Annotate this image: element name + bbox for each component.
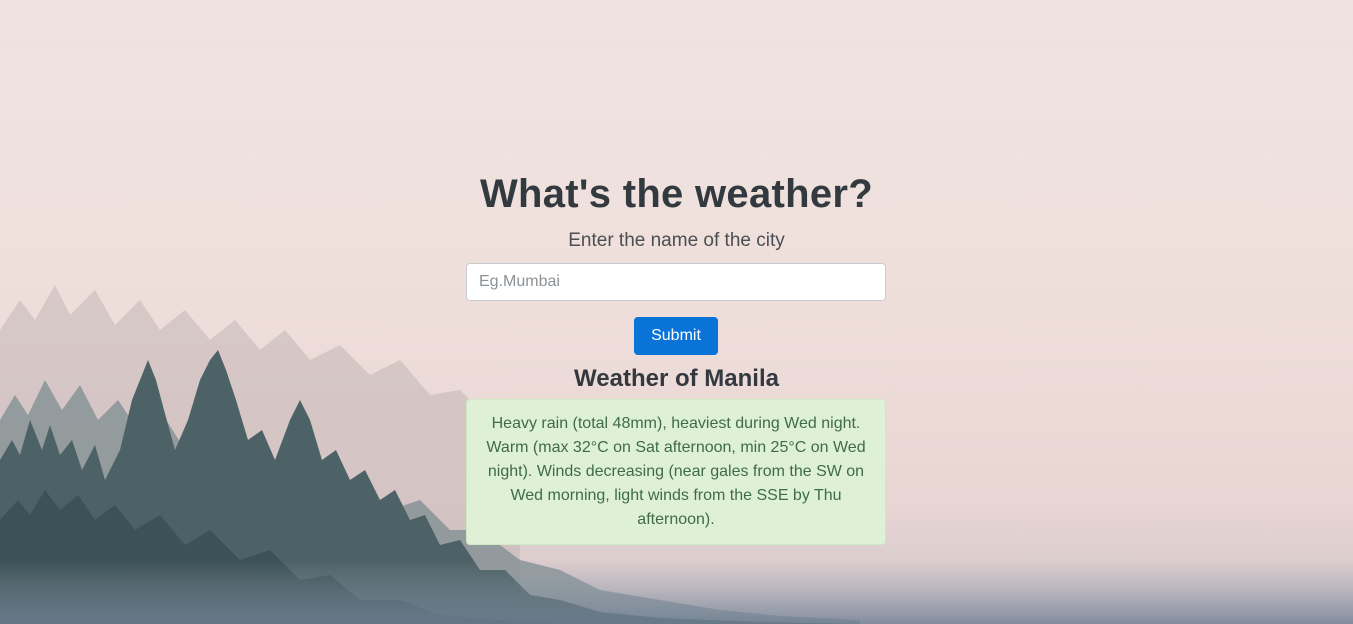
weather-summary-text: Heavy rain (total 48mm), heaviest during… (486, 415, 866, 528)
weather-result-alert: Heavy rain (total 48mm), heaviest during… (466, 399, 886, 545)
main-content: What's the weather? Enter the name of th… (0, 0, 1353, 624)
weather-result-heading: Weather of Manila (574, 365, 779, 392)
city-search-input[interactable] (466, 263, 886, 301)
page-subtitle: Enter the name of the city (568, 230, 785, 251)
submit-button[interactable]: Submit (634, 317, 718, 355)
page-title: What's the weather? (479, 172, 874, 216)
